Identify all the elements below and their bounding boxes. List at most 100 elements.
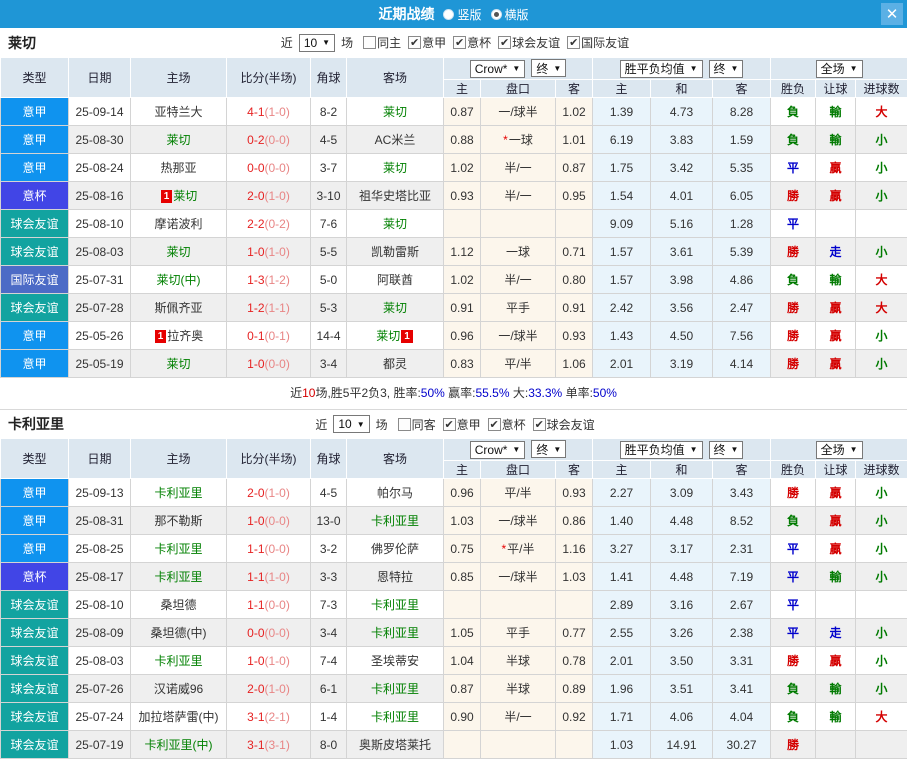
filter-checkbox[interactable] — [398, 418, 411, 431]
team-link[interactable]: 热那亚 — [160, 161, 196, 175]
filter-checkbox[interactable]: ✔ — [498, 36, 511, 49]
team-link[interactable]: 卡利亚里 — [154, 570, 202, 584]
team-link[interactable]: 帕尔马 — [377, 486, 413, 500]
filter-checkbox[interactable]: ✔ — [488, 418, 501, 431]
team-link[interactable]: 卡利亚里 — [154, 486, 202, 500]
team-link[interactable]: 阿联酋 — [377, 273, 413, 287]
team-link[interactable]: 莱切 — [166, 133, 190, 147]
match-row: 意杯25-08-161莱切2-0(1-0)3-10祖华史塔比亚0.93半/一0.… — [1, 182, 907, 210]
avg-source-select[interactable]: 胜平负均值▼ — [620, 441, 703, 459]
filter-checkbox-label: 国际友谊 — [581, 34, 629, 51]
team-link[interactable]: 卡利亚里 — [154, 542, 202, 556]
layout-radio[interactable] — [443, 9, 454, 20]
chevron-down-icon: ▼ — [850, 445, 858, 454]
team-link[interactable]: 汉诺威96 — [154, 682, 203, 696]
column-subheader: 主 — [593, 80, 651, 98]
close-button[interactable]: ✕ — [881, 3, 903, 25]
select-value: 全场 — [821, 60, 845, 77]
avg-away-cell: 1.28 — [713, 210, 771, 238]
layout-radio-label[interactable]: 竖版 — [457, 8, 481, 22]
scope-select[interactable]: 全场▼ — [816, 60, 863, 78]
team-link[interactable]: 莱切 — [383, 161, 407, 175]
avg-away-cell: 3.43 — [713, 479, 771, 507]
handicap-cell: *平/半 — [481, 535, 556, 563]
league-type-cell: 意甲 — [1, 154, 69, 182]
team-link[interactable]: 卡利亚里(中) — [145, 738, 213, 752]
team-link[interactable]: 莱切1 — [376, 329, 414, 343]
team-link[interactable]: AC米兰 — [375, 133, 416, 147]
layout-radio[interactable] — [491, 9, 502, 20]
score-cell: 2-0(1-0) — [227, 479, 311, 507]
avg-source-select[interactable]: 终▼ — [709, 60, 744, 78]
avg-group-header: 胜平负均值▼ 终▼ — [593, 439, 771, 461]
summary-part: 大: — [510, 386, 529, 400]
team-link[interactable]: 卡利亚里 — [371, 598, 419, 612]
corner-cell: 7-3 — [311, 591, 347, 619]
team-link[interactable]: 卡利亚里 — [371, 514, 419, 528]
team-link[interactable]: 桑坦德 — [160, 598, 196, 612]
team-link[interactable]: 1拉齐奥 — [154, 329, 204, 343]
filter-checkbox[interactable]: ✔ — [453, 36, 466, 49]
team-link[interactable]: 都灵 — [383, 357, 407, 371]
avg-away-cell: 30.27 — [713, 731, 771, 759]
away-team-cell: 莱切1 — [347, 322, 444, 350]
filter-checkbox[interactable]: ✔ — [408, 36, 421, 49]
team-link[interactable]: 恩特拉 — [377, 570, 413, 584]
home-team-cell: 莱切 — [131, 238, 227, 266]
team-link[interactable]: 摩诺波利 — [154, 217, 202, 231]
filter-checkbox[interactable]: ✔ — [443, 418, 456, 431]
handicap-cell: 平手 — [481, 619, 556, 647]
score-cell: 0-2(0-0) — [227, 126, 311, 154]
team-link[interactable]: 莱切 — [383, 301, 407, 315]
avg-home-cell: 2.42 — [593, 294, 651, 322]
full-time-score: 1-1 — [247, 542, 264, 556]
team-link[interactable]: 莱切 — [383, 217, 407, 231]
corner-cell: 6-1 — [311, 675, 347, 703]
layout-radio-label[interactable]: 横版 — [505, 8, 529, 22]
odds-source-select[interactable]: 终▼ — [531, 440, 566, 458]
odds-home-cell: 0.87 — [444, 98, 481, 126]
select-value: 胜平负均值 — [625, 60, 685, 77]
score-cell: 0-1(0-1) — [227, 322, 311, 350]
goals-result-cell: 小 — [856, 535, 907, 563]
team-link[interactable]: 桑坦德(中) — [151, 626, 207, 640]
team-link[interactable]: 莱切 — [166, 357, 190, 371]
team-link[interactable]: 莱切 — [383, 105, 407, 119]
team-link[interactable]: 卡利亚里 — [371, 626, 419, 640]
scope-select[interactable]: 全场▼ — [816, 441, 863, 459]
odds-source-select[interactable]: 终▼ — [531, 59, 566, 77]
avg-source-select[interactable]: 胜平负均值▼ — [620, 60, 703, 78]
team-link[interactable]: 1莱切 — [160, 189, 198, 203]
avg-draw-cell: 3.56 — [651, 294, 713, 322]
team-link[interactable]: 圣埃蒂安 — [371, 654, 419, 668]
filter-checkbox[interactable]: ✔ — [567, 36, 580, 49]
avg-draw-cell: 3.83 — [651, 126, 713, 154]
odds-source-select[interactable]: Crow*▼ — [470, 441, 526, 459]
team-link[interactable]: 卡利亚里 — [371, 710, 419, 724]
team-link[interactable]: 凯勒雷斯 — [371, 245, 419, 259]
match-count-select[interactable]: 10▼ — [333, 415, 369, 433]
team-link[interactable]: 祖华史塔比亚 — [359, 189, 431, 203]
filter-checkbox[interactable] — [363, 36, 376, 49]
odds-source-select[interactable]: Crow*▼ — [470, 60, 526, 78]
odds-home-cell: 0.88 — [444, 126, 481, 154]
team-link[interactable]: 莱切(中) — [157, 273, 201, 287]
avg-away-cell: 6.05 — [713, 182, 771, 210]
team-link[interactable]: 佛罗伦萨 — [371, 542, 419, 556]
team-link[interactable]: 那不勒斯 — [154, 514, 202, 528]
team-link[interactable]: 斯佩齐亚 — [154, 301, 202, 315]
filter-checkbox[interactable]: ✔ — [533, 418, 546, 431]
select-value: 终 — [714, 60, 726, 77]
chevron-down-icon: ▼ — [731, 64, 739, 73]
team-link[interactable]: 卡利亚里 — [371, 682, 419, 696]
team-link[interactable]: 卡利亚里 — [154, 654, 202, 668]
match-count-select[interactable]: 10▼ — [299, 34, 335, 52]
avg-source-select[interactable]: 终▼ — [709, 441, 744, 459]
panel-title: 近期战绩 — [378, 6, 434, 22]
column-subheader: 进球数 — [856, 461, 907, 479]
team-link[interactable]: 加拉塔萨雷(中) — [139, 710, 219, 724]
odds-home-cell — [444, 210, 481, 238]
team-link[interactable]: 奥斯皮塔莱托 — [359, 738, 431, 752]
team-link[interactable]: 亚特兰大 — [154, 105, 202, 119]
team-link[interactable]: 莱切 — [166, 245, 190, 259]
